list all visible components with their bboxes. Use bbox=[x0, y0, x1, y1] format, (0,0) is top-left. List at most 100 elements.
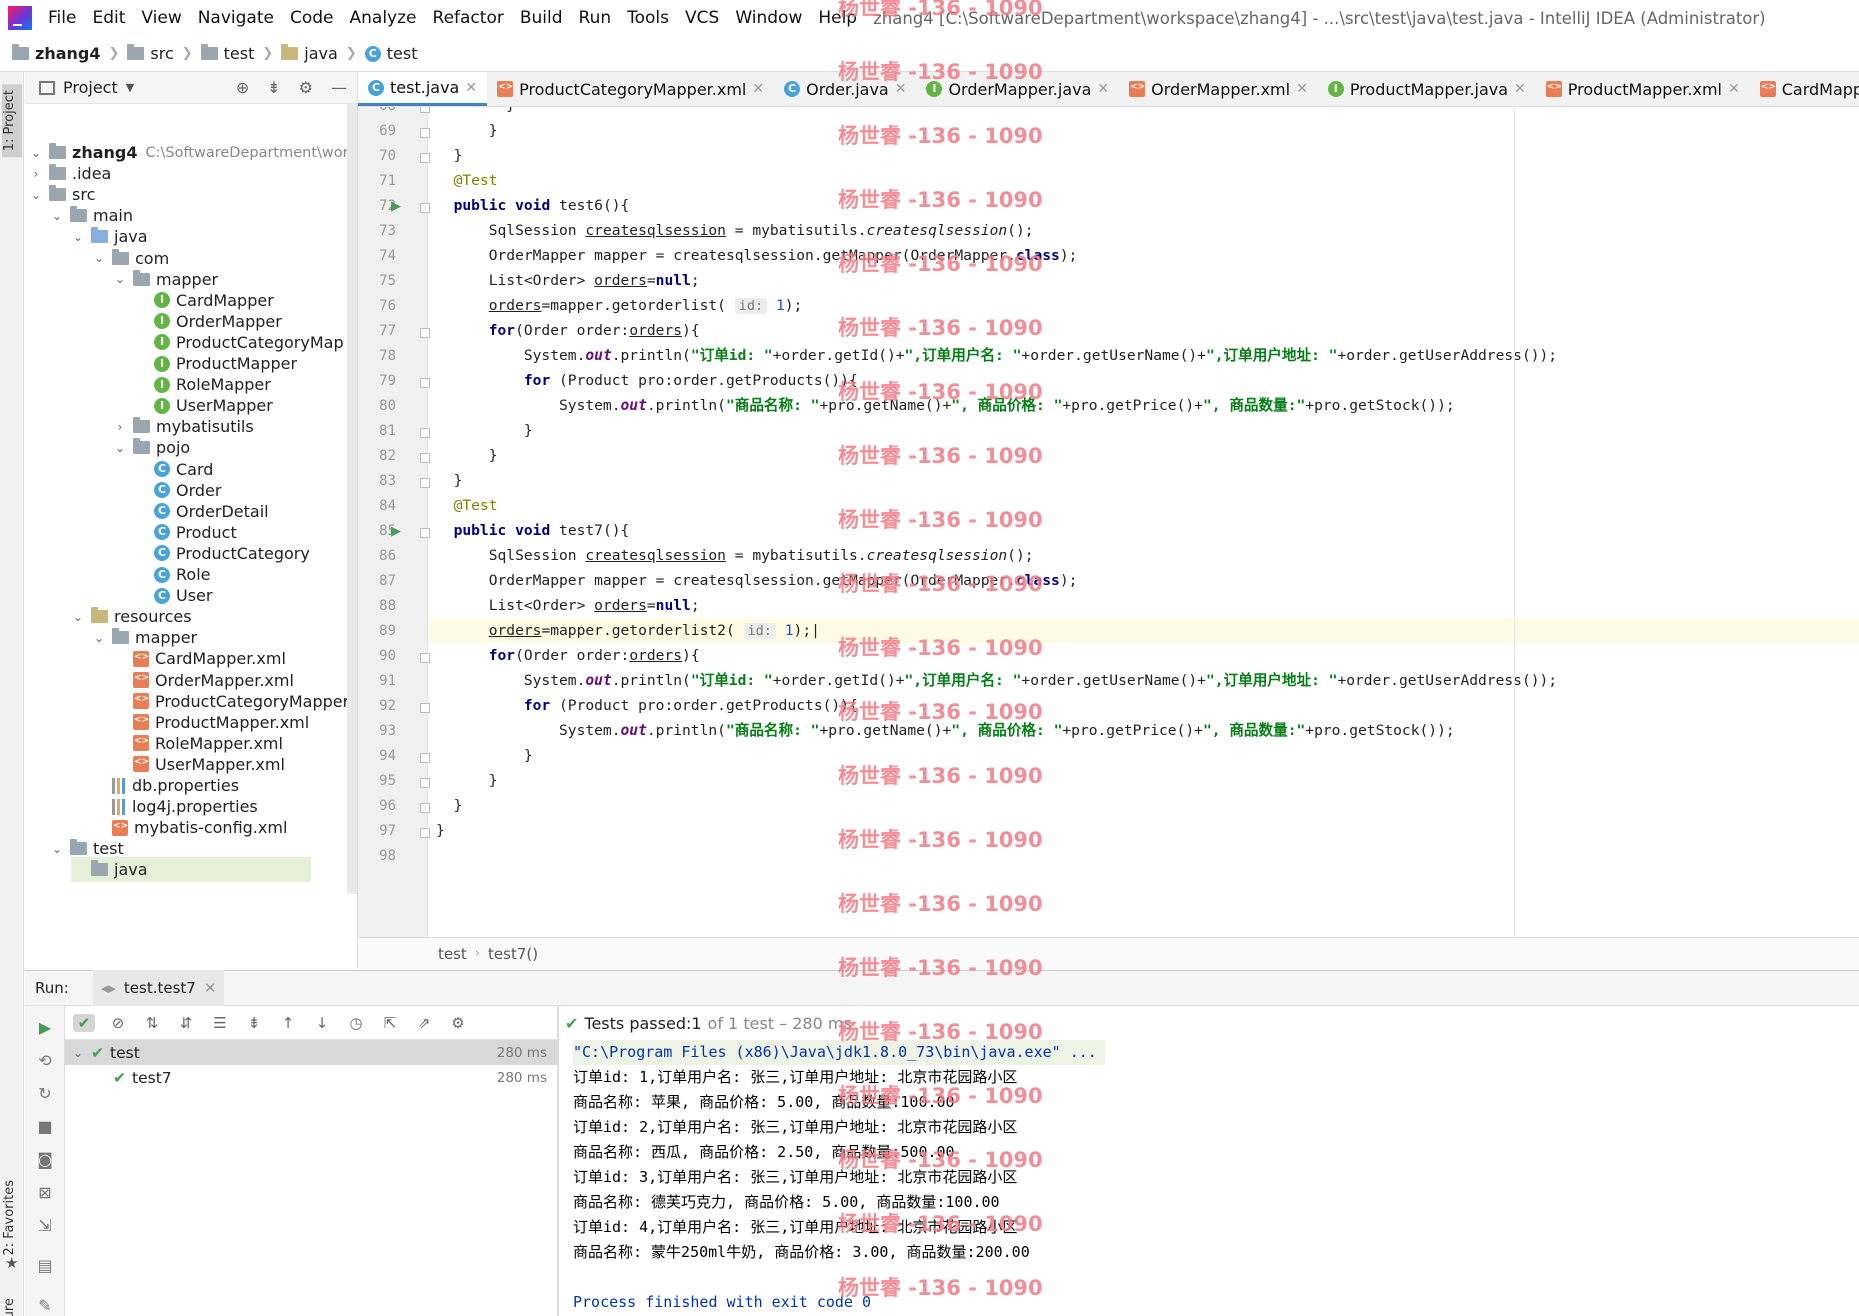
camera-icon[interactable]: ◙ bbox=[36, 1150, 54, 1169]
history-icon[interactable]: ◷ bbox=[345, 1014, 367, 1032]
tab-productcategorymapper-xml[interactable]: ProductCategoryMapper.xml✕ bbox=[487, 72, 774, 106]
show-passed-icon[interactable]: ✔ bbox=[73, 1013, 95, 1032]
menu-run[interactable]: Run bbox=[571, 8, 620, 28]
menu-tools[interactable]: Tools bbox=[619, 8, 677, 28]
arrow-up-icon[interactable]: ↑ bbox=[277, 1014, 299, 1032]
fold-marker-icon[interactable] bbox=[420, 778, 430, 788]
import-icon[interactable]: ⇲ bbox=[36, 1216, 54, 1235]
menu-analyze[interactable]: Analyze bbox=[342, 8, 425, 28]
stop-icon[interactable]: ■ bbox=[36, 1117, 54, 1136]
fold-marker-icon[interactable] bbox=[420, 128, 430, 138]
run-test-gutter-icon[interactable]: ▶ bbox=[391, 199, 405, 214]
tab-order-java[interactable]: C Order.java ✕ bbox=[774, 72, 916, 106]
arrow-down-icon[interactable]: ↓ bbox=[311, 1014, 333, 1032]
fold-marker-icon[interactable] bbox=[420, 428, 430, 438]
chevron-down-icon[interactable]: ⌄ bbox=[50, 842, 64, 856]
menu-refactor[interactable]: Refactor bbox=[425, 8, 512, 28]
tool-tab-project[interactable]: 1: Project bbox=[2, 84, 22, 158]
tab-productmapper-xml[interactable]: ProductMapper.xml✕ bbox=[1536, 72, 1750, 106]
fold-marker-icon[interactable] bbox=[420, 803, 430, 813]
export-tests-icon[interactable]: ⇗ bbox=[413, 1014, 435, 1032]
project-tree-scrollbar[interactable] bbox=[347, 104, 357, 894]
menu-help[interactable]: Help bbox=[810, 8, 865, 28]
menu-edit[interactable]: Edit bbox=[84, 8, 133, 28]
fold-marker-icon[interactable] bbox=[420, 478, 430, 488]
menu-vcs[interactable]: VCS bbox=[677, 8, 727, 28]
fold-marker-icon[interactable] bbox=[420, 203, 430, 213]
menu-navigate[interactable]: Navigate bbox=[190, 8, 282, 28]
close-icon[interactable]: ✕ bbox=[1514, 81, 1526, 97]
breadcrumb-class[interactable]: test bbox=[438, 945, 467, 963]
close-icon[interactable]: ✕ bbox=[895, 81, 907, 97]
fold-marker-icon[interactable] bbox=[420, 753, 430, 763]
nav-crumb-test-class[interactable]: Ctest bbox=[364, 44, 417, 63]
exit-icon[interactable]: ⊠ bbox=[36, 1183, 54, 1202]
code-area[interactable]: } } } @Test public void test6(){ SqlSess… bbox=[430, 107, 1859, 937]
collapse-all-icon[interactable]: ⇟ bbox=[267, 78, 280, 97]
chevron-down-icon[interactable]: ⌄ bbox=[113, 272, 127, 286]
chevron-right-icon[interactable]: › bbox=[113, 420, 127, 434]
chevron-down-icon[interactable]: ⌄ bbox=[113, 441, 127, 455]
tool-tab-favorites[interactable]: 2: Favorites bbox=[2, 1180, 17, 1256]
tool-tab-structure[interactable]: Z: Structure bbox=[2, 1298, 17, 1316]
code-editor[interactable]: 6869707172737475767778798081828384858687… bbox=[358, 107, 1859, 937]
chevron-down-icon[interactable]: ⌄ bbox=[50, 209, 64, 223]
tab-productmapper-java[interactable]: I ProductMapper.java ✕ bbox=[1318, 72, 1536, 106]
fold-marker-icon[interactable] bbox=[420, 153, 430, 163]
sort-duration-icon[interactable]: ⇵ bbox=[175, 1014, 197, 1032]
fold-marker-icon[interactable] bbox=[420, 653, 430, 663]
nav-crumb-test[interactable]: test bbox=[200, 44, 254, 63]
fold-marker-icon[interactable] bbox=[420, 328, 430, 338]
hide-icon[interactable]: — bbox=[331, 78, 347, 97]
sort-alpha-icon[interactable]: ⇅ bbox=[141, 1014, 163, 1032]
tab-ordermapper-xml[interactable]: OrderMapper.xml✕ bbox=[1119, 72, 1318, 106]
menu-build[interactable]: Build bbox=[512, 8, 571, 28]
expand-all-icon[interactable]: ☰ bbox=[209, 1014, 231, 1032]
close-icon[interactable]: ✕ bbox=[1296, 81, 1308, 97]
nav-crumb-src[interactable]: src bbox=[127, 44, 174, 63]
fold-marker-icon[interactable] bbox=[420, 703, 430, 713]
splitter[interactable] bbox=[557, 1006, 559, 1316]
layout-icon[interactable]: ▤ bbox=[36, 1256, 54, 1275]
menu-file[interactable]: File bbox=[40, 8, 84, 28]
close-icon[interactable]: ✕ bbox=[465, 80, 477, 96]
rerun-failed-icon[interactable]: ⟲ bbox=[36, 1051, 54, 1070]
fold-marker-icon[interactable] bbox=[420, 378, 430, 388]
menu-view[interactable]: View bbox=[133, 8, 189, 28]
rerun-icon[interactable]: ▶ bbox=[36, 1018, 54, 1037]
close-icon[interactable]: ✕ bbox=[204, 979, 217, 997]
fold-marker-icon[interactable] bbox=[420, 107, 430, 113]
fold-marker-icon[interactable] bbox=[420, 453, 430, 463]
gear-icon[interactable]: ⚙ bbox=[299, 78, 313, 97]
test-row-test7[interactable]: ✔ test7 280 ms bbox=[65, 1065, 557, 1090]
menu-code[interactable]: Code bbox=[282, 8, 342, 28]
breadcrumb-method[interactable]: test7() bbox=[488, 945, 538, 963]
run-test-gutter-icon[interactable]: ▶ bbox=[391, 524, 405, 539]
chevron-down-icon[interactable]: ⌄ bbox=[29, 146, 43, 160]
gear-icon[interactable]: ⚙ bbox=[447, 1014, 469, 1032]
console-output[interactable]: "C:\Program Files (x86)\Java\jdk1.8.0_73… bbox=[565, 1040, 1859, 1316]
chevron-down-icon[interactable]: ▼ bbox=[126, 81, 134, 94]
chevron-down-icon[interactable]: ⌄ bbox=[29, 188, 43, 202]
chevron-down-icon[interactable]: ⌄ bbox=[71, 610, 85, 624]
chevron-right-icon[interactable]: › bbox=[29, 167, 43, 181]
close-icon[interactable]: ✕ bbox=[752, 81, 764, 97]
collapse-all-icon[interactable]: ⇟ bbox=[243, 1014, 265, 1032]
locate-icon[interactable]: ⊕ bbox=[236, 78, 249, 97]
run-tab-test7[interactable]: ◂▸ test.test7 ✕ bbox=[92, 970, 225, 1006]
close-icon[interactable]: ✕ bbox=[1728, 81, 1740, 97]
chevron-down-icon[interactable]: ⌄ bbox=[92, 251, 106, 265]
toggle-autotest-icon[interactable]: ↻ bbox=[36, 1084, 54, 1103]
nav-crumb-project[interactable]: zhang4 bbox=[12, 44, 100, 63]
tab-test-java[interactable]: Ctest.java ✕ bbox=[358, 72, 488, 106]
fold-marker-icon[interactable] bbox=[420, 828, 430, 838]
nav-crumb-java[interactable]: java bbox=[281, 44, 338, 63]
tab-cardmapper-xml[interactable]: CardMapper.xml bbox=[1750, 72, 1859, 106]
menu-window[interactable]: Window bbox=[727, 8, 810, 28]
chevron-down-icon[interactable]: ⌄ bbox=[71, 1046, 85, 1060]
tab-ordermapper-java[interactable]: I OrderMapper.java ✕ bbox=[916, 72, 1119, 106]
tree-item[interactable]: java bbox=[71, 857, 311, 883]
show-ignored-icon[interactable]: ⊘ bbox=[107, 1014, 129, 1032]
fold-marker-icon[interactable] bbox=[420, 528, 430, 538]
chevron-down-icon[interactable]: ⌄ bbox=[92, 631, 106, 645]
